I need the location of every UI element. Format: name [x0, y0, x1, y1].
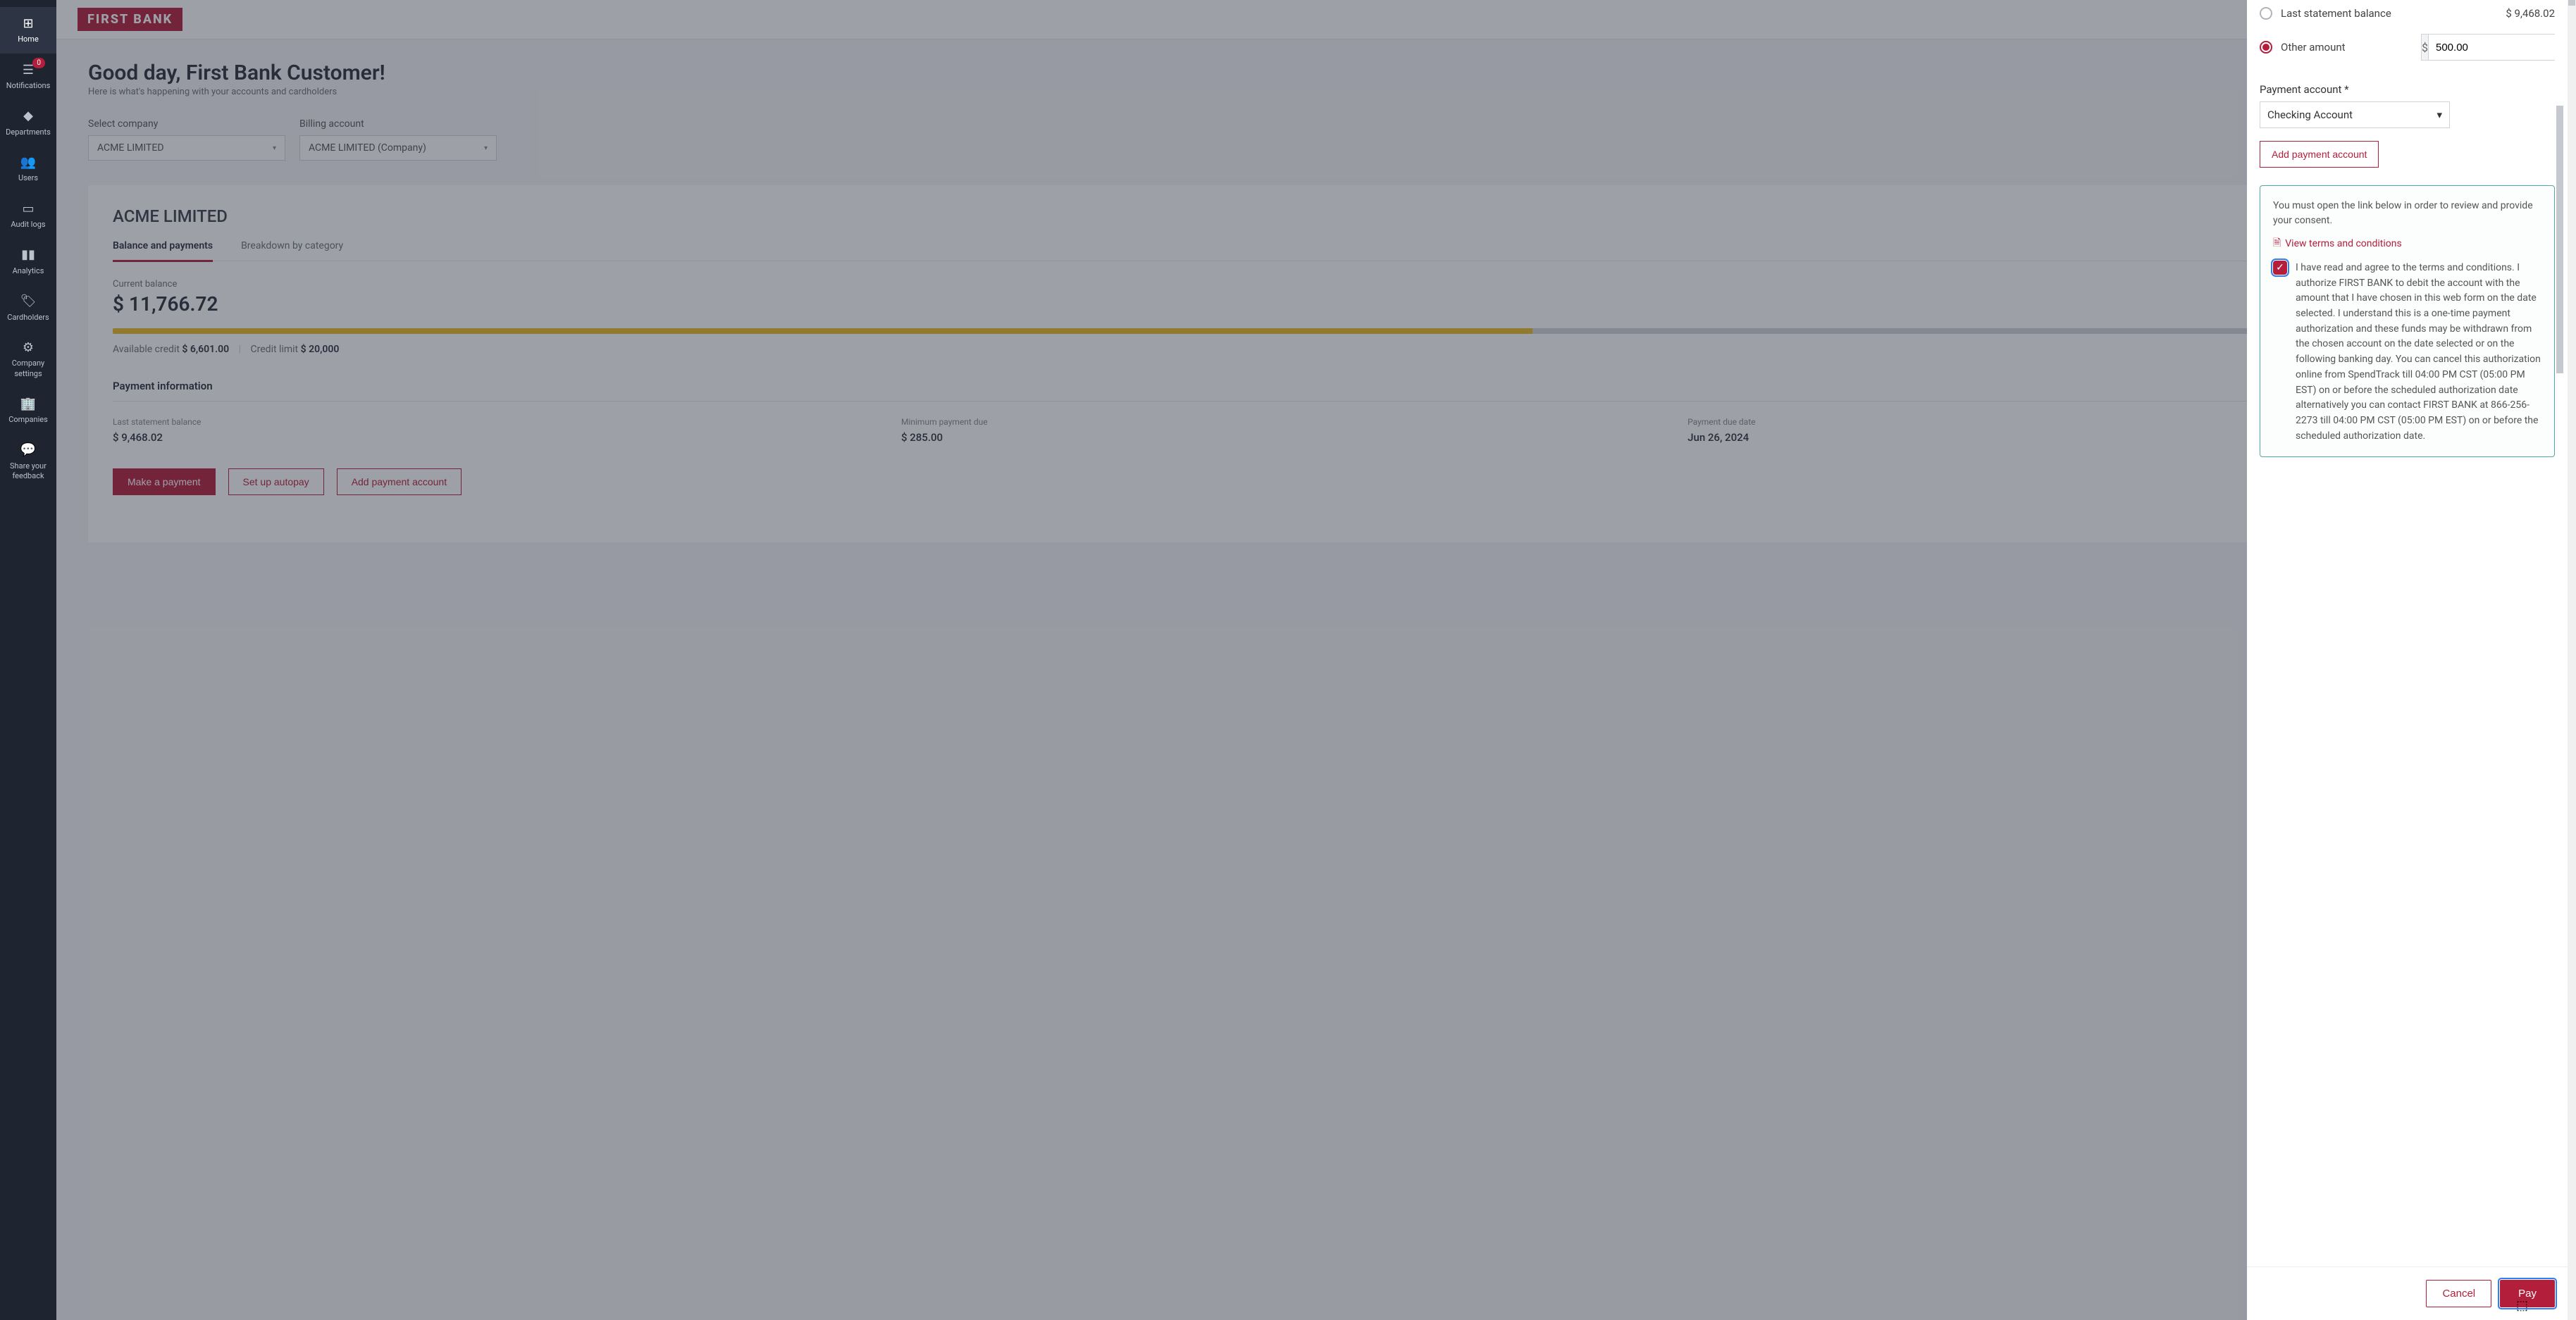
- payment-account-selected: Checking Account: [2267, 108, 2353, 121]
- sidebar-item-companies[interactable]: 🏢 Companies: [0, 387, 56, 434]
- sidebar-item-home[interactable]: ⊞ Home: [0, 7, 56, 54]
- sidebar-item-label: Home: [18, 35, 39, 44]
- page-scroll-up-button[interactable]: [2568, 0, 2575, 6]
- chevron-down-icon: ▾: [2436, 108, 2442, 121]
- chart-icon: ▮▮: [21, 247, 35, 263]
- notification-badge: 0: [32, 58, 45, 68]
- terms-agreement-text: I have read and agree to the terms and c…: [2296, 261, 2541, 444]
- radio-row-last-statement[interactable]: Last statement balance $ 9,468.02: [2260, 0, 2555, 27]
- other-amount-input[interactable]: [2429, 35, 2568, 60]
- sidebar-item-label: Departments: [6, 127, 51, 137]
- cancel-button[interactable]: Cancel: [2426, 1280, 2491, 1307]
- layers-icon: ◆: [23, 108, 33, 124]
- currency-prefix: $: [2422, 35, 2429, 60]
- sidebar-item-label: Analytics: [13, 266, 44, 276]
- sidebar-item-analytics[interactable]: ▮▮ Analytics: [0, 238, 56, 285]
- tag-icon: 🏷: [20, 293, 37, 309]
- building-icon: 🏢: [20, 396, 36, 412]
- radio-last-statement-value: $ 9,468.02: [2506, 7, 2555, 20]
- radio-last-statement-label: Last statement balance: [2281, 7, 2391, 20]
- chat-icon: 💬: [20, 442, 36, 458]
- radio-row-other-amount[interactable]: Other amount $: [2260, 27, 2555, 68]
- gear-icon: ⚙: [23, 340, 34, 356]
- sidebar-item-company-settings[interactable]: ⚙ Company settings: [0, 331, 56, 387]
- panel-scrollbar-thumb[interactable]: [2556, 106, 2563, 373]
- card-icon: ▭: [22, 201, 34, 217]
- sidebar-item-departments[interactable]: ◆ Departments: [0, 99, 56, 146]
- page-scrollbar-track: [2568, 0, 2576, 1320]
- sidebar: › ⊞ Home ☰ 0 Notifications ◆ Departments…: [0, 0, 56, 1320]
- payment-panel: Last statement balance $ 9,468.02 Other …: [2247, 0, 2568, 1320]
- sidebar-item-label: Users: [18, 173, 38, 183]
- view-terms-link[interactable]: 🗎 View terms and conditions: [2273, 235, 2541, 252]
- users-icon: 👥: [20, 154, 36, 170]
- radio-unchecked-icon: [2260, 7, 2272, 20]
- terms-intro-text: You must open the link below in order to…: [2273, 199, 2541, 228]
- payment-account-select[interactable]: Checking Account ▾: [2260, 101, 2450, 128]
- sidebar-item-cardholders[interactable]: 🏷 Cardholders: [0, 285, 56, 331]
- sidebar-item-notifications[interactable]: ☰ 0 Notifications: [0, 54, 56, 100]
- sidebar-item-label: Audit logs: [11, 220, 45, 230]
- terms-checkbox[interactable]: ✓: [2273, 261, 2287, 275]
- sidebar-item-label: Cardholders: [7, 313, 49, 323]
- document-icon: 🗎: [2273, 235, 2281, 252]
- sidebar-item-audit-logs[interactable]: ▭ Audit logs: [0, 192, 56, 239]
- view-terms-label: View terms and conditions: [2285, 238, 2401, 249]
- grid-icon: ⊞: [23, 15, 33, 32]
- radio-other-amount-label: Other amount: [2281, 41, 2346, 54]
- radio-checked-icon: [2260, 41, 2272, 54]
- sidebar-item-label: Companies: [8, 415, 48, 425]
- modal-overlay: [56, 0, 2576, 1320]
- sidebar-item-users[interactable]: 👥 Users: [0, 146, 56, 192]
- sidebar-item-label: Share your feedback: [3, 461, 54, 482]
- sidebar-item-label: Company settings: [3, 359, 54, 379]
- cursor-icon: ⬚: [2516, 1298, 2528, 1313]
- terms-box: You must open the link below in order to…: [2260, 185, 2555, 457]
- sidebar-item-feedback[interactable]: 💬 Share your feedback: [0, 433, 56, 490]
- panel-add-payment-account-button[interactable]: Add payment account: [2260, 141, 2379, 168]
- payment-account-field-label: Payment account *: [2260, 83, 2555, 96]
- sidebar-item-label: Notifications: [6, 81, 51, 91]
